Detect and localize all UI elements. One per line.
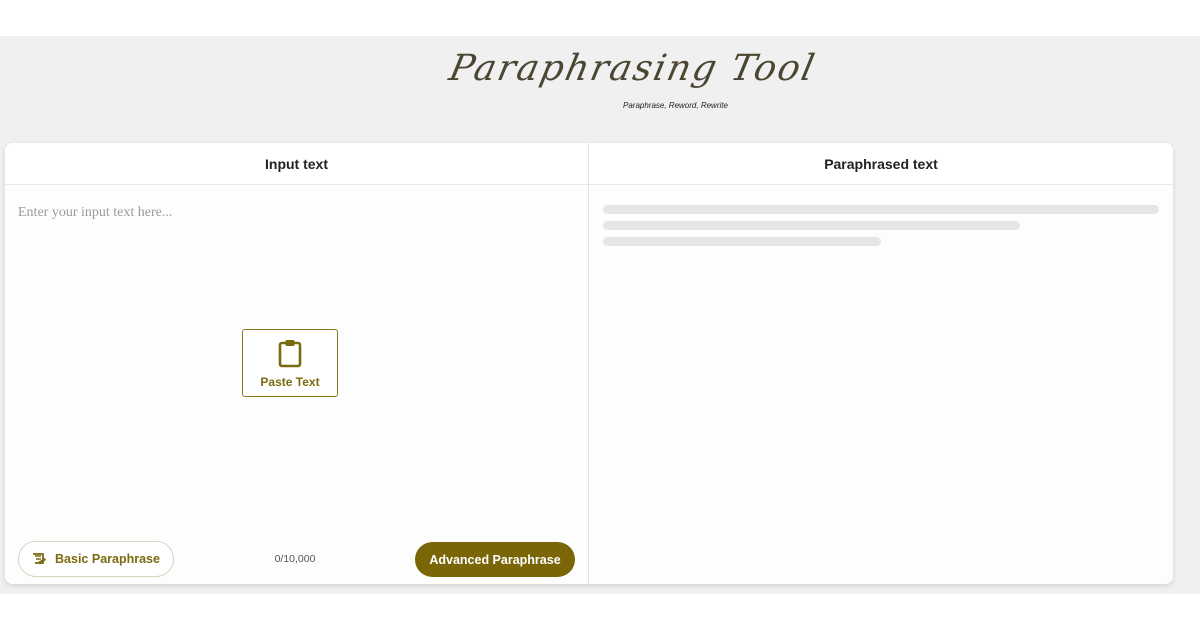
skeleton-line	[603, 237, 881, 246]
logo-title: Paraphrasing Tool	[445, 48, 820, 89]
skeleton-line	[603, 221, 1020, 230]
advanced-paraphrase-label: Advanced Paraphrase	[429, 552, 561, 567]
basic-paraphrase-button[interactable]: Basic Paraphrase	[18, 541, 174, 577]
input-pane-title: Input text	[5, 143, 588, 185]
scroll-icon	[33, 552, 47, 564]
output-pane: Paraphrased text	[589, 143, 1173, 584]
skeleton-line	[603, 205, 1159, 214]
paraphraser-card: Input text Paste Text Basic Paraphrase 0…	[5, 143, 1173, 584]
logo-tagline: Paraphrase, Reword, Rewrite	[623, 101, 728, 110]
logo: Paraphrasing Tool Paraphrase, Reword, Re…	[446, 48, 820, 116]
output-pane-title: Paraphrased text	[589, 143, 1173, 185]
paste-text-button[interactable]: Paste Text	[242, 329, 338, 397]
advanced-paraphrase-button[interactable]: Advanced Paraphrase	[415, 542, 575, 577]
clipboard-icon	[278, 339, 302, 367]
basic-paraphrase-label: Basic Paraphrase	[55, 552, 160, 566]
character-counter: 0/10,000	[274, 553, 316, 565]
input-pane: Input text Paste Text Basic Paraphrase 0…	[5, 143, 589, 584]
paste-text-label: Paste Text	[260, 374, 320, 389]
